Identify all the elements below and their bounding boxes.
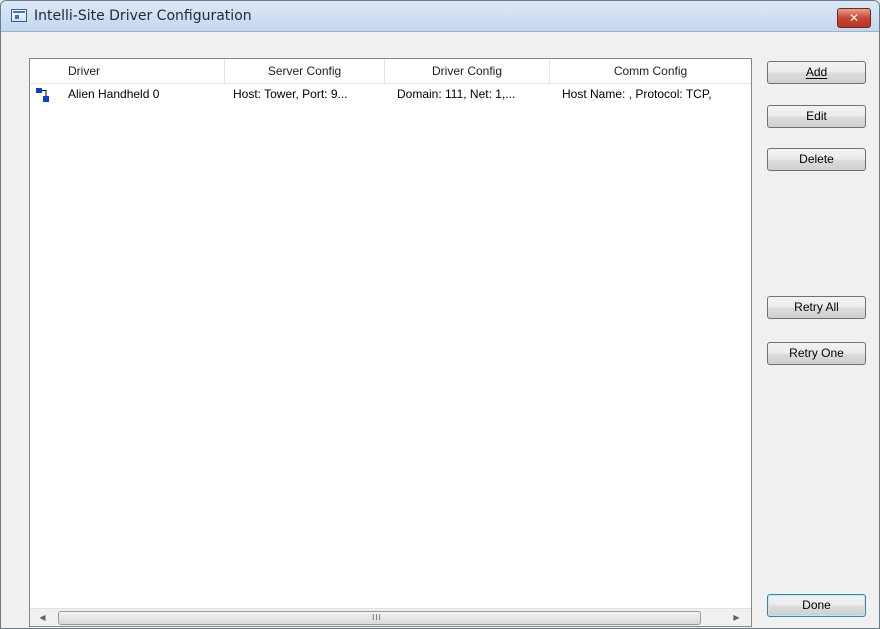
list-header: Driver Server Config Driver Config Comm … — [30, 59, 751, 84]
scrollbar-grip-icon: III — [372, 613, 382, 622]
app-window-icon — [11, 9, 27, 22]
cell-server-config: Host: Tower, Port: 9... — [233, 87, 348, 101]
edit-button-label: Edit — [806, 109, 827, 123]
delete-button[interactable]: Delete — [767, 148, 866, 171]
close-button[interactable]: ✕ — [837, 8, 871, 28]
column-header-driver[interactable]: Driver — [30, 59, 225, 83]
cell-driver-name: Alien Handheld 0 — [68, 87, 160, 101]
retry-one-button-label: Retry One — [789, 346, 844, 360]
dialog-client-area: Driver Server Config Driver Config Comm … — [1, 32, 879, 628]
driver-config-window: Intelli-Site Driver Configuration ✕ Driv… — [0, 0, 880, 629]
scroll-right-arrow-icon[interactable]: ▶ — [728, 609, 745, 626]
scroll-left-arrow-icon[interactable]: ◀ — [34, 609, 51, 626]
window-title: Intelli-Site Driver Configuration — [34, 8, 252, 24]
add-button[interactable]: Add — [767, 61, 866, 84]
column-header-server-config[interactable]: Server Config — [225, 59, 385, 83]
done-button-label: Done — [802, 598, 831, 612]
retry-all-button-label: Retry All — [794, 300, 839, 314]
retry-all-button[interactable]: Retry All — [767, 296, 866, 319]
cell-driver-config: Domain: 111, Net: 1,... — [397, 87, 516, 101]
horizontal-scrollbar[interactable]: ◀ III ▶ — [30, 608, 751, 626]
column-header-comm-config[interactable]: Comm Config — [550, 59, 751, 83]
cell-comm-config: Host Name: , Protocol: TCP, — [562, 87, 712, 101]
column-header-driver-config[interactable]: Driver Config — [385, 59, 550, 83]
network-driver-icon — [36, 88, 49, 102]
retry-one-button[interactable]: Retry One — [767, 342, 866, 365]
title-bar[interactable]: Intelli-Site Driver Configuration ✕ — [1, 1, 879, 32]
table-row[interactable]: Alien Handheld 0 Host: Tower, Port: 9...… — [30, 84, 751, 104]
done-button[interactable]: Done — [767, 594, 866, 617]
scrollbar-thumb[interactable]: III — [58, 611, 701, 625]
delete-button-label: Delete — [799, 152, 834, 166]
driver-list[interactable]: Driver Server Config Driver Config Comm … — [29, 58, 752, 627]
edit-button[interactable]: Edit — [767, 105, 866, 128]
add-button-label: Add — [805, 65, 828, 79]
